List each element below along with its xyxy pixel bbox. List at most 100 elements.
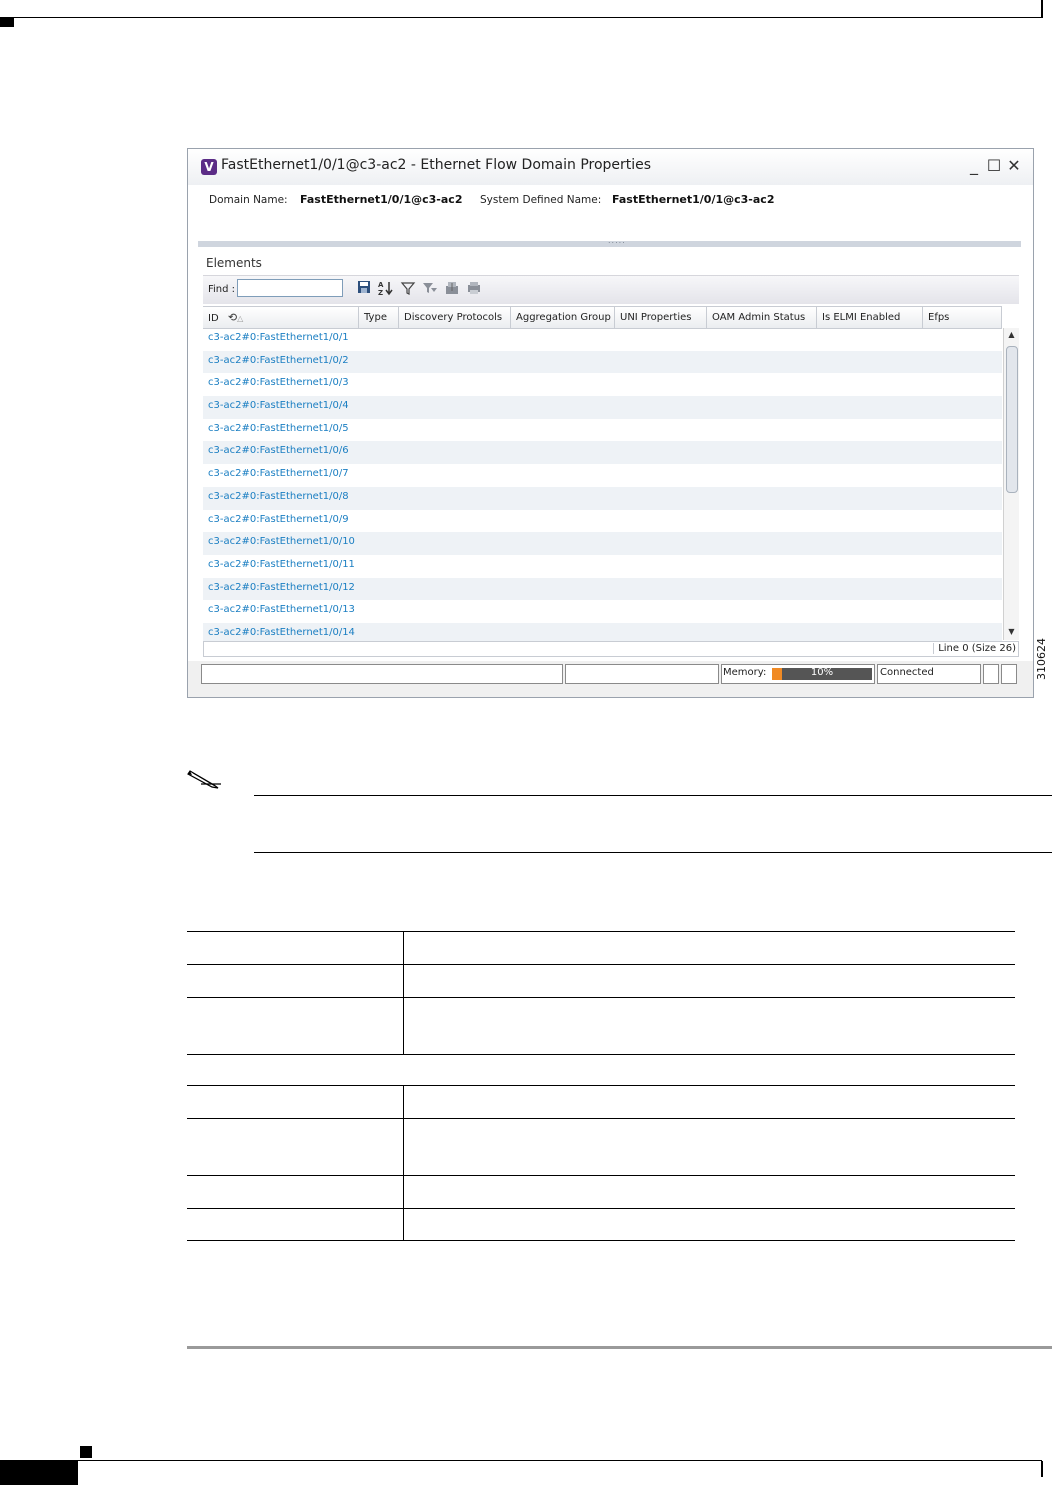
column-header-label: ID	[208, 313, 219, 324]
element-id-link[interactable]: c3-ac2#0:FastEthernet1/0/7	[208, 468, 349, 479]
sort-ascending-icon: △	[237, 314, 244, 323]
note-bottom-rule	[254, 852, 1052, 853]
table-row[interactable]: c3-ac2#0:FastEthernet1/0/9	[203, 510, 1002, 533]
refresh-sort-icon: ⟲	[227, 311, 238, 324]
element-id-link[interactable]: c3-ac2#0:FastEthernet1/0/2	[208, 355, 349, 366]
find-label: Find :	[208, 284, 236, 295]
table-row[interactable]: c3-ac2#0:FastEthernet1/0/3	[203, 373, 1002, 396]
find-input[interactable]	[237, 279, 343, 297]
save-icon[interactable]	[355, 280, 373, 298]
line-count-text: Line 0 (Size 26)	[933, 643, 1016, 654]
domain-info-bar: Domain Name: FastEthernet1/0/1@c3-ac2 Sy…	[188, 185, 1033, 241]
status-field-extra-1	[983, 664, 999, 684]
column-header-uni-properties[interactable]: UNI Properties	[615, 307, 707, 328]
header-marker	[0, 18, 14, 27]
sort-az-icon[interactable]: AZ	[376, 280, 394, 298]
status-field-secondary	[565, 664, 719, 684]
properties-window: V FastEthernet1/0/1@c3-ac2 - Ethernet Fl…	[187, 148, 1034, 698]
column-header-type[interactable]: Type	[359, 307, 399, 328]
memory-usage-percent: 10%	[810, 667, 834, 678]
footer-rule	[0, 1460, 1042, 1461]
table-rule	[187, 1085, 1015, 1086]
scroll-up-arrow-icon[interactable]: ▲	[1004, 328, 1019, 342]
table-row[interactable]: c3-ac2#0:FastEthernet1/0/11	[203, 555, 1002, 578]
column-header-aggregation-group[interactable]: Aggregation Group	[511, 307, 615, 328]
scroll-down-arrow-icon[interactable]: ▼	[1004, 625, 1019, 639]
domain-name-value: FastEthernet1/0/1@c3-ac2	[300, 193, 463, 206]
column-header-id[interactable]: ID ⟲△	[203, 307, 359, 328]
table-row[interactable]: c3-ac2#0:FastEthernet1/0/4	[203, 396, 1002, 419]
table-body: c3-ac2#0:FastEthernet1/0/1 c3-ac2#0:FastE…	[203, 328, 1002, 641]
status-bar: Memory: 10% Connected	[188, 661, 1033, 697]
element-id-link[interactable]: c3-ac2#0:FastEthernet1/0/8	[208, 491, 349, 502]
element-id-link[interactable]: c3-ac2#0:FastEthernet1/0/11	[208, 559, 355, 570]
element-id-link[interactable]: c3-ac2#0:FastEthernet1/0/9	[208, 514, 349, 525]
element-id-link[interactable]: c3-ac2#0:FastEthernet1/0/12	[208, 582, 355, 593]
print-icon[interactable]	[465, 280, 483, 298]
section-end-rule	[187, 1346, 1052, 1349]
table-column-divider	[403, 931, 404, 1054]
element-id-link[interactable]: c3-ac2#0:FastEthernet1/0/4	[208, 400, 349, 411]
panel-splitter[interactable]: .....	[198, 236, 1021, 247]
scroll-thumb[interactable]	[1006, 346, 1018, 493]
vertical-scrollbar[interactable]: ▲ ▼	[1003, 328, 1019, 640]
footer-rule-tick	[1041, 1461, 1043, 1477]
note-pencil-icon	[187, 768, 223, 790]
export-icon[interactable]	[443, 280, 461, 298]
table-row[interactable]: c3-ac2#0:FastEthernet1/0/5	[203, 419, 1002, 442]
elements-toolbar: Find : AZ	[203, 275, 1019, 304]
elements-section-title: Elements	[206, 256, 262, 270]
table-row[interactable]: c3-ac2#0:FastEthernet1/0/13	[203, 600, 1002, 623]
column-header-discovery-protocols[interactable]: Discovery Protocols	[399, 307, 511, 328]
table-header: ID ⟲△ Type Discovery Protocols Aggregati…	[203, 306, 1002, 329]
splitter-grip: .....	[608, 236, 626, 245]
column-header-is-elmi-enabled[interactable]: Is ELMI Enabled	[817, 307, 923, 328]
figure-id: 310624	[1035, 638, 1048, 680]
svg-text:A: A	[378, 281, 384, 289]
footer-marker	[80, 1446, 92, 1458]
table-row[interactable]: c3-ac2#0:FastEthernet1/0/2	[203, 350, 1002, 374]
element-id-link[interactable]: c3-ac2#0:FastEthernet1/0/6	[208, 445, 349, 456]
footer-tab	[0, 1461, 78, 1485]
element-id-link[interactable]: c3-ac2#0:FastEthernet1/0/1	[208, 332, 349, 343]
connection-status: Connected	[880, 667, 934, 678]
table-row[interactable]: c3-ac2#0:FastEthernet1/0/6	[203, 441, 1002, 465]
table-row[interactable]: c3-ac2#0:FastEthernet1/0/14	[203, 622, 1002, 641]
table-rule	[187, 1240, 1015, 1241]
minimize-button[interactable]: _	[966, 157, 982, 175]
table-row[interactable]: c3-ac2#0:FastEthernet1/0/8	[203, 486, 1002, 510]
maximize-button[interactable]: ☐	[986, 157, 1002, 175]
table-rule	[187, 1208, 1015, 1209]
domain-name-label: Domain Name:	[209, 194, 288, 206]
table-rule	[187, 1118, 1015, 1119]
table-rule	[187, 1175, 1015, 1176]
line-count-bar: Line 0 (Size 26)	[203, 641, 1019, 657]
note-top-rule	[254, 795, 1052, 796]
table-rule	[187, 1054, 1015, 1055]
column-header-oam-admin-status[interactable]: OAM Admin Status	[707, 307, 817, 328]
element-id-link[interactable]: c3-ac2#0:FastEthernet1/0/3	[208, 377, 349, 388]
table-row[interactable]: c3-ac2#0:FastEthernet1/0/10	[203, 532, 1002, 555]
table-column-divider	[403, 1085, 404, 1240]
status-field-extra-2	[1001, 664, 1017, 684]
element-id-link[interactable]: c3-ac2#0:FastEthernet1/0/14	[208, 627, 355, 638]
window-titlebar: V FastEthernet1/0/1@c3-ac2 - Ethernet Fl…	[188, 149, 1033, 185]
system-defined-name-label: System Defined Name:	[480, 194, 602, 206]
table-row[interactable]: c3-ac2#0:FastEthernet1/0/1	[203, 328, 1002, 351]
table-rule	[187, 997, 1015, 998]
element-id-link[interactable]: c3-ac2#0:FastEthernet1/0/10	[208, 536, 355, 547]
status-field-main	[201, 664, 563, 684]
element-id-link[interactable]: c3-ac2#0:FastEthernet1/0/13	[208, 604, 355, 615]
element-id-link[interactable]: c3-ac2#0:FastEthernet1/0/5	[208, 423, 349, 434]
memory-usage-bar: 10%	[772, 667, 872, 680]
app-logo-icon: V	[201, 159, 217, 175]
system-defined-name-value: FastEthernet1/0/1@c3-ac2	[612, 193, 775, 206]
header-rule	[0, 17, 1042, 18]
table-row[interactable]: c3-ac2#0:FastEthernet1/0/12	[203, 577, 1002, 601]
column-header-efps[interactable]: Efps	[923, 307, 1002, 328]
filter-icon[interactable]	[399, 280, 417, 298]
memory-label: Memory:	[723, 667, 767, 678]
advanced-filter-icon[interactable]	[421, 280, 439, 298]
close-button[interactable]: ✕	[1006, 157, 1022, 175]
table-row[interactable]: c3-ac2#0:FastEthernet1/0/7	[203, 464, 1002, 487]
